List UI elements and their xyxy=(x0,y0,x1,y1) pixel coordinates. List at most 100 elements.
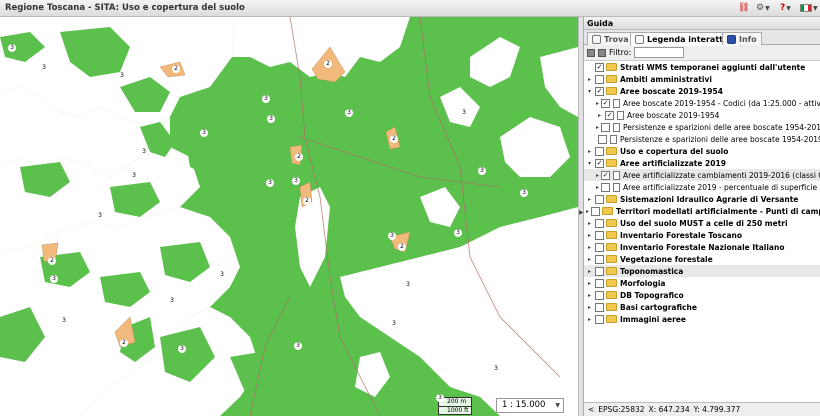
panel-title: Guida xyxy=(584,17,820,30)
layer-checkbox[interactable] xyxy=(595,266,604,276)
layer-row[interactable]: ▾ ✓ Aree boscate 2019-1954 xyxy=(584,85,820,97)
map-label-class-2: 2 xyxy=(390,135,398,143)
layer-label: Aree boscate 2019-1954 xyxy=(620,86,723,96)
tab-info-label: Info xyxy=(739,34,757,44)
layer-row[interactable]: ▸ Vegetazione forestale xyxy=(584,253,820,265)
expander-icon[interactable]: ▸ xyxy=(586,196,593,203)
expander-icon[interactable]: ▸ xyxy=(586,148,593,155)
expander-icon[interactable]: ▸ xyxy=(586,304,593,311)
layer-checkbox[interactable]: ✓ xyxy=(605,110,614,120)
layer-row[interactable]: ▸ Morfologia xyxy=(584,277,820,289)
expander-icon[interactable]: ▸ xyxy=(596,112,603,119)
expander-icon[interactable]: ▸ xyxy=(596,172,599,179)
layer-checkbox[interactable] xyxy=(595,254,604,264)
layer-row[interactable]: ▸ Sistemazioni Idraulico Agrarie di Versa… xyxy=(584,193,820,205)
layer-row[interactable]: ▸ ✓ Aree boscate 2019-1954 xyxy=(584,109,820,121)
tab-info[interactable]: Info xyxy=(722,32,762,45)
expand-all-icon[interactable] xyxy=(587,48,595,57)
layer-row[interactable]: ▸ Immagini aeree xyxy=(584,313,820,325)
folder-icon xyxy=(606,231,617,239)
filter-input[interactable] xyxy=(634,47,685,58)
tab-trova[interactable]: Trova xyxy=(587,32,634,45)
layer-row[interactable]: ▸ DB Topografico xyxy=(584,289,820,301)
layer-row[interactable]: ▸ Uso del suolo MUST a celle di 250 metri xyxy=(584,217,820,229)
expander-icon[interactable]: ▸ xyxy=(596,184,599,191)
collapse-all-icon[interactable] xyxy=(598,48,606,57)
layer-label: Aree boscate 2019-1954 - Codici (da 1:25… xyxy=(623,98,820,108)
layer-row[interactable]: ▸ Inventario Forestale Nazionale Italiano xyxy=(584,241,820,253)
coord-y: Y: 4.799.377 xyxy=(693,405,741,414)
layer-checkbox[interactable] xyxy=(601,122,611,132)
document-icon xyxy=(610,134,617,144)
scale-selector[interactable]: 1 : 15.000 ▼ xyxy=(496,398,564,413)
legend-icon xyxy=(635,35,644,44)
help-menu-button[interactable]: ? ▼ xyxy=(780,1,791,15)
layer-row[interactable]: Persistenze e sparizioni delle aree bosc… xyxy=(584,133,820,145)
link-tool-button[interactable]: ⛓ xyxy=(738,1,749,15)
layer-row[interactable]: ▸ Toponomastica xyxy=(584,265,820,277)
chevron-down-icon: ▼ xyxy=(765,4,770,12)
expander-icon[interactable]: ▸ xyxy=(586,220,593,227)
layer-checkbox[interactable]: ✓ xyxy=(595,62,604,72)
expander-icon[interactable]: ▸ xyxy=(586,232,593,239)
expander-icon[interactable]: ▾ xyxy=(586,88,593,95)
expander-icon[interactable]: ▸ xyxy=(586,280,593,287)
map-label-class-3: 3 xyxy=(267,115,275,123)
layer-checkbox[interactable] xyxy=(598,134,607,144)
expander-icon[interactable]: ▸ xyxy=(586,76,593,83)
status-arrow[interactable]: < xyxy=(588,405,594,414)
layer-label: Persistenze e sparizioni delle aree bosc… xyxy=(620,134,820,144)
layer-row[interactable]: ▸ Ambiti amministrativi xyxy=(584,73,820,85)
layer-checkbox[interactable] xyxy=(595,314,604,324)
layer-checkbox[interactable] xyxy=(595,230,604,240)
layer-row[interactable]: ✓ Strati WMS temporanei aggiunti dall'ute… xyxy=(584,61,820,73)
map-label-class-3: 3 xyxy=(96,212,104,220)
document-icon xyxy=(613,98,621,108)
layer-row[interactable]: ▸ Inventario Forestale Toscano xyxy=(584,229,820,241)
expander-icon[interactable]: ▸ xyxy=(586,292,593,299)
map-canvas[interactable]: 200 m 1000 ft 1 : 15.000 ▼ 3333333333333… xyxy=(0,17,578,416)
layer-row[interactable]: ▾ ✓ Aree artificializzate 2019 xyxy=(584,157,820,169)
layer-checkbox[interactable] xyxy=(591,206,601,216)
layer-checkbox[interactable] xyxy=(601,182,611,192)
layer-checkbox[interactable] xyxy=(595,242,604,252)
layer-checkbox[interactable] xyxy=(595,194,604,204)
layer-row[interactable]: ▸ ✓ Aree boscate 2019-1954 - Codici (da 1:… xyxy=(584,97,820,109)
expander-icon[interactable]: ▾ xyxy=(586,160,593,167)
layer-checkbox[interactable] xyxy=(595,302,604,312)
language-menu-button[interactable]: ▼ xyxy=(800,1,818,15)
gear-icon: ⚙ xyxy=(756,3,765,13)
layer-checkbox[interactable] xyxy=(595,290,604,300)
expander-icon[interactable]: ▸ xyxy=(586,244,593,251)
folder-icon xyxy=(606,315,617,323)
chevron-down-icon: ▼ xyxy=(555,402,560,409)
layer-checkbox[interactable] xyxy=(595,218,604,228)
layer-checkbox[interactable]: ✓ xyxy=(595,158,604,168)
layer-row[interactable]: ▸ Persistenze e sparizioni delle aree bos… xyxy=(584,121,820,133)
folder-icon xyxy=(606,255,617,263)
layer-row[interactable]: ▸ Uso e copertura del suolo xyxy=(584,145,820,157)
map-label-class-3: 3 xyxy=(436,394,444,402)
expander-icon[interactable]: ▸ xyxy=(596,100,599,107)
layer-row[interactable]: ▸ Basi cartografiche xyxy=(584,301,820,313)
layer-row[interactable]: ▸ ✓ Aree artificializzate cambiamenti 2019… xyxy=(584,169,820,181)
expander-icon[interactable]: ▸ xyxy=(586,268,593,275)
settings-menu-button[interactable]: ⚙ ▼ xyxy=(756,1,770,15)
info-icon xyxy=(727,34,736,44)
expander-icon[interactable]: ▸ xyxy=(586,256,593,263)
layer-row[interactable]: ▸ Aree artificializzate 2019 - percentual… xyxy=(584,181,820,193)
layer-checkbox[interactable]: ✓ xyxy=(595,86,604,96)
folder-icon xyxy=(606,75,617,83)
layer-checkbox[interactable]: ✓ xyxy=(601,170,611,180)
layer-checkbox[interactable] xyxy=(595,74,604,84)
expander-icon[interactable]: ▸ xyxy=(586,316,593,323)
expander-icon[interactable]: ▸ xyxy=(596,124,599,131)
layer-checkbox[interactable]: ✓ xyxy=(601,98,611,108)
layer-checkbox[interactable] xyxy=(595,146,604,156)
expander-icon[interactable]: ▸ xyxy=(586,208,589,215)
layer-label: Aree artificializzate cambiamenti 2019-2… xyxy=(623,170,820,180)
layer-checkbox[interactable] xyxy=(595,278,604,288)
map-label-class-3: 3 xyxy=(520,189,528,197)
scale-bar-imperial: 1000 ft xyxy=(439,406,471,414)
layer-row[interactable]: ▸ Territori modellati artificialmente - P… xyxy=(584,205,820,217)
